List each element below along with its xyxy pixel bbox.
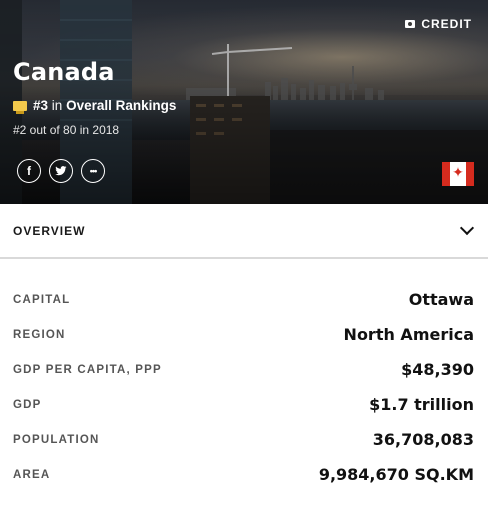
credit-button[interactable]: CREDIT [405, 17, 472, 31]
previous-rank: #2 out of 80 in 2018 [13, 123, 120, 137]
fact-value: North America [343, 325, 474, 344]
fact-row-region: REGION North America [0, 317, 488, 352]
more-icon: ••• [89, 166, 98, 176]
fact-value: 36,708,083 [372, 430, 474, 449]
page-title: Canada [13, 58, 115, 86]
fact-value: Ottawa [408, 290, 474, 309]
fact-value: $48,390 [401, 360, 474, 379]
fact-key: POPULATION [13, 433, 100, 446]
flag-red-left [442, 162, 450, 186]
hero-banner: CREDIT Canada #3 in Overall Rankings #2 … [0, 0, 488, 204]
chevron-down-icon [459, 220, 475, 235]
twitter-icon [55, 166, 67, 176]
facebook-share-button[interactable]: f [17, 159, 41, 183]
flag-red-right [466, 162, 474, 186]
overview-label: OVERVIEW [13, 223, 86, 238]
fact-key: CAPITAL [13, 293, 71, 306]
overview-toggle[interactable]: OVERVIEW [0, 204, 488, 259]
camera-icon [405, 20, 416, 28]
ranking-line[interactable]: #3 in Overall Rankings [13, 98, 176, 114]
rank-in: in [51, 98, 63, 113]
rank-number: #3 [33, 98, 49, 113]
fact-key: GDP [13, 398, 42, 411]
more-share-button[interactable]: ••• [81, 159, 105, 183]
canada-flag-icon [442, 162, 474, 186]
flag-white-center [450, 162, 466, 186]
fact-row-capital: CAPITAL Ottawa [0, 282, 488, 317]
fact-value: $1.7 trillion [369, 395, 474, 414]
fact-row-population: POPULATION 36,708,083 [0, 422, 488, 457]
fact-row-area: AREA 9,984,670 SQ.KM [0, 457, 488, 492]
rank-category-link[interactable]: Overall Rankings [66, 98, 176, 113]
fact-value: 9,984,670 SQ.KM [318, 465, 474, 484]
fact-row-gdp: GDP $1.7 trillion [0, 387, 488, 422]
medal-icon [13, 100, 27, 114]
facebook-icon: f [27, 164, 31, 178]
fact-key: REGION [13, 328, 66, 341]
fact-key: AREA [13, 468, 51, 481]
facts-list: CAPITAL Ottawa REGION North America GDP … [0, 282, 488, 492]
social-share-bar: f ••• [17, 159, 105, 183]
twitter-share-button[interactable] [49, 159, 73, 183]
fact-row-gdp-per-capita: GDP PER CAPITA, PPP $48,390 [0, 352, 488, 387]
credit-label: CREDIT [421, 17, 472, 31]
fact-key: GDP PER CAPITA, PPP [13, 363, 162, 376]
